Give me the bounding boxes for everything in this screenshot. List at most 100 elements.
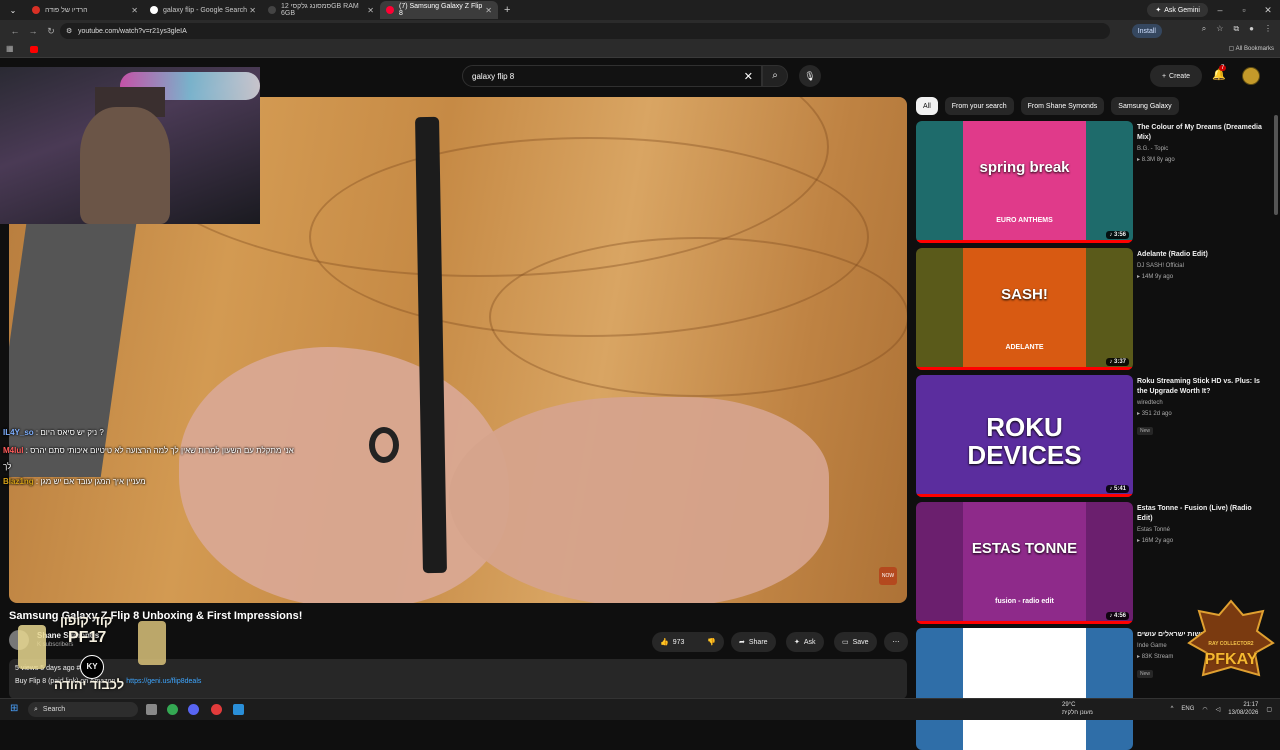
tab-favicon-icon — [32, 6, 40, 14]
new-tab-button[interactable]: + — [504, 4, 510, 16]
video-info: The Colour of My Dreams (Dreamedia Mix) B… — [1137, 123, 1269, 165]
recommended-video[interactable]: spring break EURO ANTHEMS ♪ 3:56 The Colour… — [916, 121, 1276, 243]
right-hand — [449, 397, 829, 603]
obs-icon[interactable] — [211, 704, 222, 715]
site-info-icon[interactable]: ⚙ — [66, 27, 72, 35]
youtube-bookmark-icon[interactable] — [30, 46, 38, 53]
task-view-icon[interactable] — [146, 704, 157, 715]
channel-name[interactable]: B.G. - Topic — [1137, 145, 1269, 154]
dislike-icon[interactable]: 👎 — [707, 638, 716, 646]
clear-search-icon[interactable]: ✕ — [744, 70, 753, 83]
close-window-button[interactable]: ✕ — [1256, 0, 1280, 20]
microphone-icon[interactable]: 🎙 — [799, 65, 821, 87]
recommended-video[interactable]: ROKU DEVICES ♪ 5:41 Roku Streaming Stick H… — [916, 375, 1276, 497]
discord-icon[interactable] — [188, 704, 199, 715]
account-avatar[interactable] — [1242, 67, 1260, 85]
taskbar-search[interactable]: ⌕ Search — [28, 702, 138, 717]
reload-icon[interactable]: ↻ — [42, 26, 60, 37]
tab-search-icon[interactable]: ⌄ — [0, 6, 26, 15]
forward-icon[interactable]: → — [24, 26, 42, 36]
maximize-button[interactable]: ▫ — [1232, 0, 1256, 20]
ask-button[interactable]: ✦ Ask — [786, 632, 824, 652]
channel-name[interactable]: DJ SASH! Official — [1137, 262, 1269, 271]
coupon-code: PF17 — [68, 629, 107, 646]
notification-center-icon[interactable]: ▢ — [1266, 706, 1272, 713]
back-icon[interactable]: ← — [6, 26, 24, 36]
more-actions-icon[interactable]: ⋯ — [884, 632, 908, 652]
recommended-video[interactable]: SASH! ADELANTE ♪ 3:37 Adelante (Radio Edit)… — [916, 248, 1276, 370]
browser-tab[interactable]: הרדיו של פודה ✕ — [26, 1, 144, 19]
like-icon[interactable]: 👍 — [660, 638, 669, 646]
tray-chevron-icon[interactable]: ^ — [1171, 706, 1174, 712]
install-app-button[interactable]: Install — [1131, 24, 1162, 38]
wifi-icon[interactable]: ◠ — [1202, 706, 1207, 713]
menu-icon[interactable]: ⋮ — [1264, 24, 1272, 34]
plus-icon: + — [1161, 72, 1167, 80]
chat-text: מעניין איך המגן עובד אם יש מגן — [40, 477, 146, 486]
video-title[interactable]: Estas Tonne - Fusion (Live) (Radio Edit) — [1137, 504, 1269, 524]
like-count[interactable]: 973 — [673, 639, 685, 646]
chat-message: IL4Y_so : ניק יש סיאס היום ? — [3, 428, 104, 437]
video-thumbnail[interactable]: ESTAS TONNE fusion - radio edit ♪ 4:56 — [916, 502, 1133, 624]
video-title[interactable]: Roku Streaming Stick HD vs. Plus: Is the… — [1137, 377, 1269, 397]
weather-widget[interactable]: 29°C מעונן חלקית — [1062, 701, 1093, 717]
filter-chip[interactable]: All — [916, 97, 938, 115]
clock[interactable]: 21:17 13/08/2026 — [1228, 701, 1258, 717]
zoom-icon[interactable]: ⌕ — [1202, 24, 1206, 34]
video-thumbnail[interactable]: ROKU DEVICES ♪ 5:41 — [916, 375, 1133, 497]
chat-text: ניק יש סיאס היום ? — [40, 428, 104, 437]
all-bookmarks[interactable]: ▢ All Bookmarks — [1229, 45, 1274, 52]
windows-start-icon[interactable]: ⊞ — [10, 703, 18, 714]
video-thumbnail[interactable]: SASH! ADELANTE ♪ 3:37 — [916, 248, 1133, 370]
channel-name[interactable]: Estas Tonné — [1137, 526, 1269, 535]
browser-tab[interactable]: סמסונג גלקסי 12GB RAM 6GB ✕ — [262, 1, 380, 19]
search-icon[interactable]: ⌕ — [762, 65, 788, 87]
chrome-icon[interactable] — [167, 704, 178, 715]
video-title[interactable]: Adelante (Radio Edit) — [1137, 250, 1269, 260]
notifications-bell-icon[interactable]: 🔔 7 — [1212, 65, 1227, 81]
browser-tab[interactable]: galaxy flip - Google Search ✕ — [144, 1, 262, 19]
scrollbar[interactable] — [1274, 115, 1278, 215]
volume-icon[interactable]: ◁ — [1216, 706, 1221, 713]
minimize-button[interactable]: – — [1208, 0, 1232, 20]
search-input[interactable]: galaxy flip 8 ✕ — [462, 65, 762, 87]
create-button[interactable]: + Create — [1150, 65, 1202, 87]
coupon-dedication: לכבוד יהודה — [54, 677, 125, 692]
close-tab-icon[interactable]: ✕ — [131, 6, 138, 15]
video-thumbnail[interactable] — [916, 628, 1133, 750]
thumbnail-art: spring break EURO ANTHEMS — [963, 121, 1086, 243]
duration-badge: ♪ 5:41 — [1106, 485, 1129, 493]
perfume-bottle — [138, 621, 166, 665]
watch-progress-bar — [916, 621, 1133, 624]
profile-icon[interactable]: ● — [1249, 24, 1254, 34]
ask-gemini-button[interactable]: ✦ Ask Gemini — [1147, 3, 1208, 17]
video-title[interactable]: The Colour of My Dreams (Dreamedia Mix) — [1137, 123, 1269, 143]
save-button[interactable]: ▭ Save — [834, 632, 877, 652]
tab-favicon-icon — [386, 6, 394, 14]
close-tab-icon[interactable]: ✕ — [485, 6, 492, 15]
new-badge: New — [1137, 670, 1154, 678]
bookmark-star-icon[interactable]: ☆ — [1216, 24, 1223, 34]
filter-chips: All From your search From Shane Symonds Sam… — [916, 97, 1179, 117]
chat-message: לך — [3, 462, 11, 471]
filter-chip[interactable]: Samsung Galaxy — [1111, 97, 1179, 115]
browser-tab-bar: ⌄ הרדיו של פודה ✕ galaxy flip - Google Sea… — [0, 0, 1280, 20]
apps-icon[interactable]: ▦ — [6, 44, 14, 53]
video-thumbnail[interactable]: spring break EURO ANTHEMS ♪ 3:56 — [916, 121, 1133, 243]
thumbnail-subtext: fusion - radio edit — [995, 598, 1054, 605]
browser-tab[interactable]: (7) Samsung Galaxy Z Flip 8 ✕ — [380, 1, 498, 19]
chat-message: M4lul : אני מתקלת עם השעון למרות שאין לך… — [3, 446, 294, 455]
video-info: Roku Streaming Stick HD vs. Plus: Is the… — [1137, 377, 1269, 437]
close-tab-icon[interactable]: ✕ — [249, 6, 256, 15]
streamer — [80, 107, 170, 224]
app-icon[interactable] — [233, 704, 244, 715]
url-bar[interactable]: ⚙ youtube.com/watch?v=r21ys3gleIA — [60, 23, 1110, 39]
channel-name[interactable]: wiredtech — [1137, 399, 1269, 408]
extensions-icon[interactable]: ⧉ — [1233, 24, 1239, 34]
filter-chip[interactable]: From your search — [944, 97, 1014, 115]
share-button[interactable]: ➦ Share — [731, 632, 776, 652]
close-tab-icon[interactable]: ✕ — [367, 6, 374, 15]
thumbnail-text: ROKU DEVICES — [967, 412, 1082, 470]
language-indicator[interactable]: ENG — [1181, 706, 1194, 712]
filter-chip[interactable]: From Shane Symonds — [1020, 97, 1105, 115]
